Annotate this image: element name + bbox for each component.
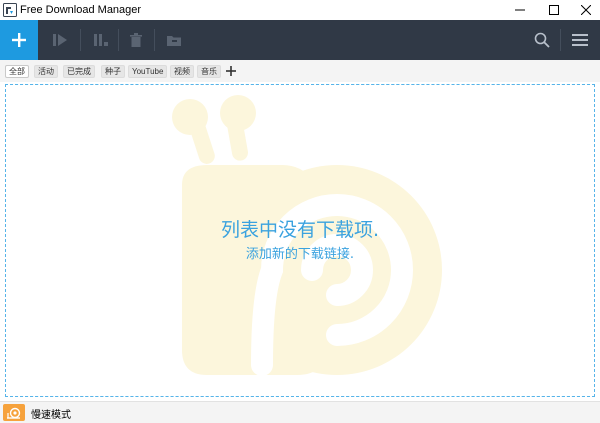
toolbar	[0, 20, 600, 60]
trash-icon	[130, 33, 142, 47]
tag-youtube[interactable]: YouTube	[128, 65, 168, 78]
move-to-folder-button[interactable]	[159, 20, 189, 60]
title-bar: Free Download Manager	[0, 0, 600, 20]
add-tag-button[interactable]	[224, 63, 238, 79]
add-download-button[interactable]	[0, 20, 38, 60]
delete-button[interactable]	[121, 20, 151, 60]
hamburger-icon	[572, 34, 588, 46]
fdm-logo-icon	[3, 3, 17, 17]
main-menu-button[interactable]	[565, 20, 595, 60]
toolbar-divider	[80, 29, 81, 51]
tag-video[interactable]: 视频	[170, 65, 194, 78]
play-icon	[53, 34, 67, 46]
tag-completed[interactable]: 已完成	[63, 65, 95, 78]
tag-all[interactable]: 全部	[5, 65, 29, 78]
snail-mode-label: 慢速模式	[31, 410, 71, 421]
minimize-button[interactable]	[506, 0, 534, 20]
toolbar-divider	[560, 29, 561, 51]
search-button[interactable]	[527, 20, 557, 60]
search-icon	[534, 32, 550, 48]
start-button[interactable]	[46, 20, 76, 60]
toolbar-divider	[118, 29, 119, 51]
toolbar-divider	[154, 29, 155, 51]
minimize-icon	[515, 9, 525, 11]
close-button[interactable]	[572, 0, 600, 20]
maximize-icon	[549, 5, 559, 15]
tag-torrents[interactable]: 种子	[101, 65, 125, 78]
download-list-drop-area[interactable]: 列表中没有下载项. 添加新的下载链接.	[5, 84, 595, 397]
snail-mode-toggle[interactable]	[3, 404, 25, 421]
pause-icon	[94, 34, 108, 46]
add-download-hint: 添加新的下载链接.	[245, 247, 355, 262]
plus-icon	[226, 66, 236, 76]
folder-icon	[167, 36, 181, 46]
close-icon	[581, 5, 591, 15]
empty-list-message: 列表中没有下载项.	[220, 219, 380, 241]
maximize-button[interactable]	[540, 0, 568, 20]
window-title: Free Download Manager	[20, 4, 142, 16]
snail-icon	[7, 407, 21, 419]
tag-active[interactable]: 活动	[34, 65, 58, 78]
plus-icon	[12, 33, 26, 47]
status-bar: 慢速模式	[0, 401, 600, 423]
pause-button[interactable]	[86, 20, 116, 60]
tag-music[interactable]: 音乐	[197, 65, 221, 78]
filter-tags-bar: 全部 活动 已完成 种子 YouTube 视频 音乐	[0, 60, 600, 82]
